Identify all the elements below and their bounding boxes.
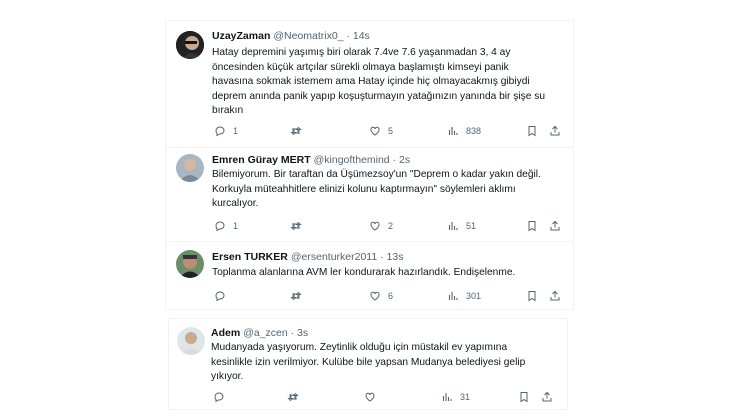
tweet-actions: 1 2 51	[212, 218, 562, 234]
handle-and-time[interactable]: @ersenturker2011 · 13s	[291, 251, 404, 263]
tweet-text: Mudanyada yaşıyorum. Zeytinlik olduğu iç…	[211, 342, 526, 383]
display-name[interactable]: UzayZaman	[212, 30, 270, 42]
tweet-card[interactable]: Emren Güray MERT @kingofthemind · 2s Bile…	[165, 148, 574, 242]
tweet-text: Bilemiyorum. Bir taraftan da Üşümezsoy'u…	[212, 169, 541, 210]
display-name[interactable]: Ersen TURKER	[212, 251, 288, 263]
views-count: 31	[460, 392, 471, 402]
like-count: 2	[388, 221, 394, 231]
tweet-card[interactable]: Ersen TURKER @ersenturker2011 · 13s Topla…	[165, 242, 574, 310]
reply-button[interactable]: 1	[214, 218, 238, 234]
views-icon	[442, 393, 452, 401]
handle-and-time[interactable]: @kingofthemind · 2s	[314, 154, 410, 166]
tweet-card[interactable]: UzayZaman @Neomatrix0_ · 14s Hatay deprem…	[165, 20, 574, 148]
bookmark-button[interactable]	[526, 218, 538, 234]
like-button[interactable]: 6	[369, 288, 393, 304]
avatar[interactable]	[177, 327, 205, 355]
handle-and-time[interactable]: @Neomatrix0_ · 14s	[273, 30, 369, 42]
retweet-button[interactable]	[290, 123, 309, 139]
reply-icon	[215, 291, 225, 302]
avatar[interactable]	[176, 154, 204, 182]
views-icon	[448, 127, 458, 135]
views-button[interactable]: 838	[447, 123, 481, 139]
handle-and-time[interactable]: @a_zcen · 3s	[243, 327, 308, 339]
share-icon	[550, 290, 560, 301]
tweet-header: Ersen TURKER @ersenturker2011 · 13s	[212, 251, 403, 263]
retweet-button[interactable]	[290, 218, 309, 234]
like-count: 6	[388, 291, 394, 301]
tweet-header: UzayZaman @Neomatrix0_ · 14s	[212, 30, 370, 42]
views-button[interactable]: 31	[441, 389, 470, 405]
retweet-button[interactable]	[287, 389, 306, 405]
views-button[interactable]: 301	[447, 288, 481, 304]
bookmark-icon	[520, 392, 528, 403]
share-button[interactable]	[549, 218, 561, 234]
like-button[interactable]: 2	[369, 218, 393, 234]
tweet-card[interactable]: Adem @a_zcen · 3s Mudanyada yaşıyorum. Ze…	[168, 318, 568, 410]
reply-icon	[215, 221, 225, 232]
share-icon	[550, 220, 560, 231]
bookmark-button[interactable]	[518, 389, 530, 405]
views-button[interactable]: 51	[447, 218, 476, 234]
bookmark-button[interactable]	[526, 123, 538, 139]
reply-count: 1	[233, 221, 239, 231]
reply-button[interactable]	[213, 389, 232, 405]
views-count: 301	[466, 291, 482, 301]
reply-button[interactable]	[214, 288, 233, 304]
bookmark-icon	[528, 126, 536, 137]
share-button[interactable]	[541, 389, 553, 405]
reply-button[interactable]: 1	[214, 123, 238, 139]
views-count: 51	[466, 221, 477, 231]
bookmark-button[interactable]	[526, 288, 538, 304]
avatar[interactable]	[176, 250, 204, 278]
display-name[interactable]: Adem	[211, 327, 240, 339]
like-icon	[370, 221, 380, 231]
like-button[interactable]	[364, 389, 383, 405]
tweet-actions: 1 5 838	[212, 123, 562, 139]
tweet-header: Emren Güray MERT @kingofthemind · 2s	[212, 154, 410, 166]
views-icon	[448, 292, 458, 300]
retweet-icon	[290, 221, 302, 231]
like-icon	[370, 126, 380, 136]
reply-icon	[215, 126, 225, 137]
retweet-icon	[287, 392, 299, 402]
display-name[interactable]: Emren Güray MERT	[212, 154, 311, 166]
like-count: 5	[388, 126, 394, 136]
share-icon	[550, 125, 560, 136]
views-count: 838	[466, 126, 482, 136]
retweet-icon	[290, 291, 302, 301]
reply-count: 1	[233, 126, 239, 136]
retweet-button[interactable]	[290, 288, 309, 304]
tweet-text: Toplanma alanlarına AVM ler kondurarak h…	[212, 267, 516, 278]
retweet-icon	[290, 126, 302, 136]
views-icon	[448, 222, 458, 230]
share-button[interactable]	[549, 123, 561, 139]
tweet-actions: 6 301	[212, 288, 562, 304]
reply-icon	[214, 392, 224, 403]
tweet-header: Adem @a_zcen · 3s	[211, 327, 308, 339]
like-button[interactable]: 5	[369, 123, 393, 139]
bookmark-icon	[528, 291, 536, 302]
like-icon	[370, 291, 380, 301]
share-button[interactable]	[549, 288, 561, 304]
like-icon	[365, 392, 375, 402]
avatar[interactable]	[176, 31, 204, 59]
share-icon	[542, 391, 552, 402]
tweet-text: Hatay depremini yaşımış biri olarak 7.4v…	[212, 47, 545, 117]
bookmark-icon	[528, 221, 536, 232]
tweet-actions: 31	[211, 389, 561, 405]
